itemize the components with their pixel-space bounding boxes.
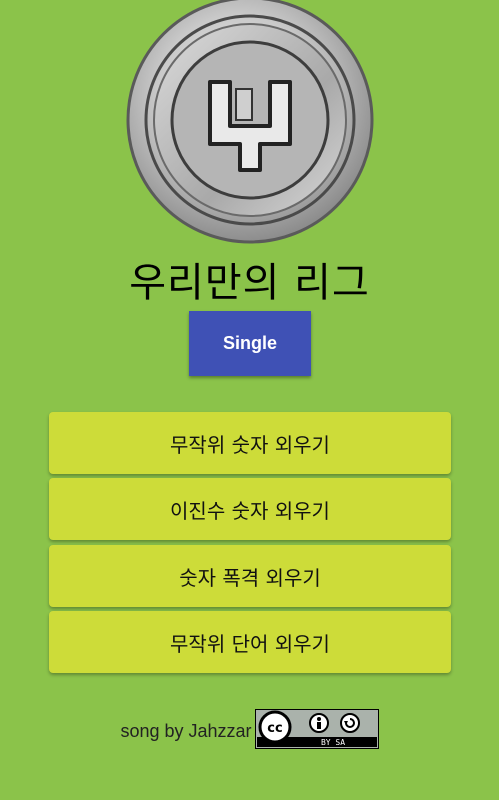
random-number-button[interactable]: 무작위 숫자 외우기 — [49, 412, 451, 474]
random-word-button[interactable]: 무작위 단어 외우기 — [49, 611, 451, 673]
cc-by-sa-icon: cc BY SA — [254, 709, 379, 753]
app-title: 우리만의 리그 — [129, 260, 370, 306]
footer: song by Jahzzar cc BY SA — [0, 709, 499, 753]
app-logo — [124, 0, 376, 246]
single-mode-button[interactable]: Single — [189, 311, 311, 376]
license-label: BY SA — [320, 738, 344, 747]
svg-text:cc: cc — [267, 721, 282, 736]
binary-number-button[interactable]: 이진수 숫자 외우기 — [49, 478, 451, 540]
music-credit: song by Jahzzar — [120, 720, 252, 741]
number-barrage-button[interactable]: 숫자 폭격 외우기 — [49, 545, 451, 607]
